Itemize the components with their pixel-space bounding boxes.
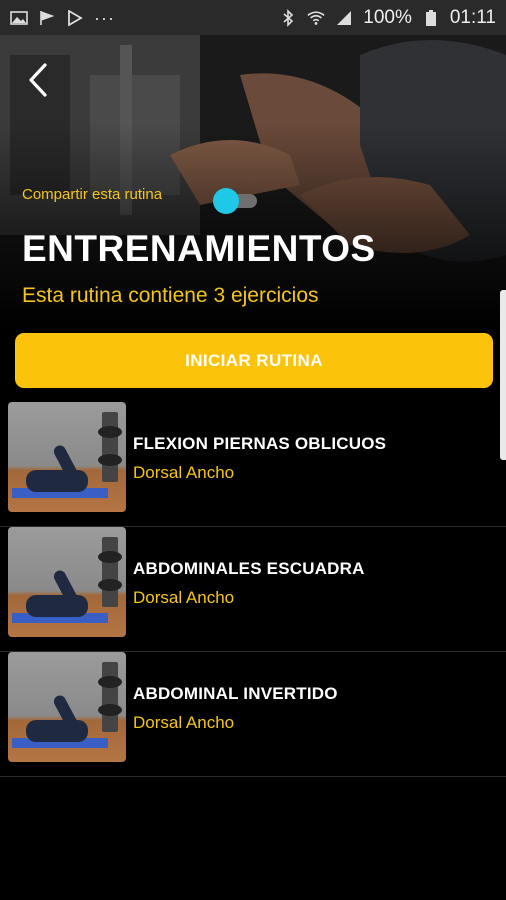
exercise-muscle: Dorsal Ancho	[133, 463, 235, 482]
exercise-muscle: Dorsal Ancho	[133, 713, 235, 732]
exercise-thumbnail	[8, 527, 126, 637]
share-routine-label: Compartir esta rutina	[22, 186, 163, 203]
start-routine-button[interactable]: INICIAR RUTINA	[15, 333, 493, 388]
more-dots-icon: ···	[94, 7, 115, 28]
battery-level: 100%	[363, 6, 412, 28]
page-title: ENTRENAMIENTOS	[22, 228, 376, 269]
toggle-knob	[213, 188, 239, 214]
clock-time: 01:11	[449, 6, 496, 28]
flag-icon	[38, 10, 56, 26]
status-bar-right: 100% 01:11	[279, 7, 496, 29]
exercise-thumbnail	[8, 402, 126, 512]
exercise-name: FLEXION PIERNAS OBLICUOS	[133, 434, 387, 453]
bluetooth-icon	[279, 8, 297, 27]
wifi-icon	[307, 10, 325, 26]
signal-icon	[335, 10, 353, 26]
battery-icon	[422, 9, 440, 26]
exercise-list: FLEXION PIERNAS OBLICUOS Dorsal Ancho AB…	[0, 402, 506, 777]
list-item[interactable]: ABDOMINALES ESCUADRA Dorsal Ancho	[0, 527, 506, 652]
exercise-name: ABDOMINALES ESCUADRA	[133, 559, 365, 578]
exercise-muscle: Dorsal Ancho	[133, 588, 235, 607]
image-icon	[10, 10, 28, 26]
back-button[interactable]	[20, 58, 56, 102]
status-bar: ··· 100% 01:11	[0, 0, 506, 35]
status-bar-left: ···	[10, 9, 115, 27]
scrollbar[interactable]	[500, 290, 506, 460]
list-item[interactable]: ABDOMINAL INVERTIDO Dorsal Ancho	[0, 652, 506, 777]
share-routine-row: Compartir esta rutina	[22, 186, 162, 203]
exercise-name: ABDOMINAL INVERTIDO	[133, 684, 338, 703]
routine-summary: Esta rutina contiene 3 ejercicios	[22, 284, 319, 307]
chevron-left-icon	[29, 63, 47, 97]
exercise-thumbnail	[8, 652, 126, 762]
share-routine-toggle[interactable]	[213, 188, 259, 214]
list-item[interactable]: FLEXION PIERNAS OBLICUOS Dorsal Ancho	[0, 402, 506, 527]
play-icon	[66, 9, 84, 26]
